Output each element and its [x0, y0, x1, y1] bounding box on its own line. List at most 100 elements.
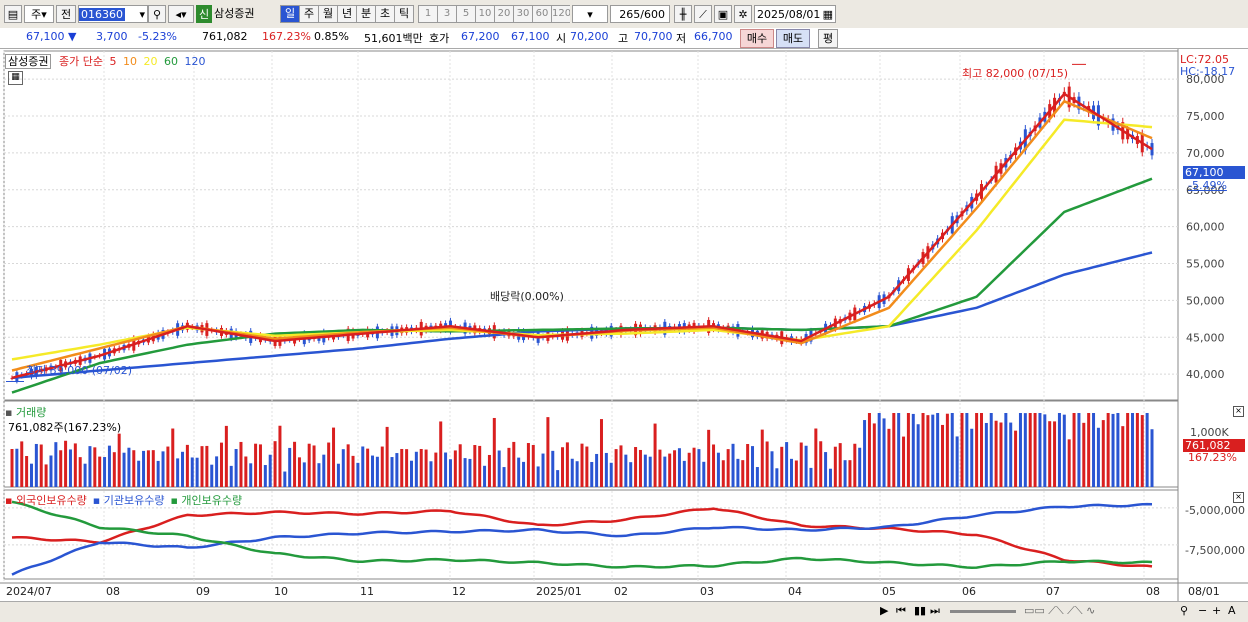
volume-bar	[15, 448, 19, 487]
volume-bar	[307, 443, 311, 487]
quote-volume-ratio: 167.23%	[262, 30, 311, 43]
zoom-icon[interactable]: ⚲	[1180, 604, 1188, 617]
volume-bar	[1004, 413, 1008, 487]
calendar-icon[interactable]: ▦	[823, 6, 833, 22]
sell-button[interactable]: 매도	[776, 29, 810, 48]
tab-5[interactable]: 초	[375, 5, 395, 23]
volume-bar	[263, 465, 267, 487]
draw-tools-icon[interactable]: ▭▭ ⟋⟍ ⟋⟍ ∿	[1024, 604, 1095, 618]
chart-area[interactable]: 40,000 45,000 50,000 55,000 60,000 65,000 70,0…	[0, 49, 1248, 601]
price-legend: 삼성증권 종가 단순 5 10 20 60 120	[5, 53, 205, 69]
gear-icon[interactable]: ✲	[734, 5, 752, 23]
volume-bar	[921, 413, 925, 487]
volume-bar	[453, 450, 457, 487]
volume-bar	[858, 447, 862, 487]
tab-3[interactable]: 년	[337, 5, 357, 23]
volume-bar	[945, 413, 949, 487]
volume-bar	[736, 458, 740, 487]
volume-bar	[215, 456, 219, 487]
font-size-icon[interactable]: A	[1228, 604, 1236, 617]
tab-6[interactable]: 틱	[394, 5, 414, 23]
table-icon[interactable]: ▦	[8, 71, 23, 85]
sound-icon[interactable]: ◂▾	[168, 5, 194, 23]
save-icon[interactable]: ▣	[714, 5, 732, 23]
volume-bar	[59, 450, 63, 487]
volume-bar	[1048, 421, 1052, 487]
price-tick-label: 45,000	[1186, 331, 1225, 344]
scroll-right-icon[interactable]: ▶	[880, 604, 888, 617]
zoom-slider[interactable]	[950, 610, 1016, 613]
draw-tool-icon[interactable]: ⟋	[694, 5, 712, 23]
price-tick-label: 75,000	[1186, 110, 1225, 123]
price-tick-label: 50,000	[1186, 294, 1225, 307]
stock-chart-svg[interactable]: 40,00045,00050,00055,00060,00065,00070,0…	[0, 49, 1248, 601]
volume-bar	[1145, 413, 1149, 487]
volume-bar	[434, 452, 438, 487]
count-input[interactable]: 265/600	[610, 5, 670, 23]
prev-button[interactable]: 전	[56, 5, 76, 23]
interval-1[interactable]: 1	[418, 5, 438, 23]
date-input[interactable]: 2025/08/01 ▦	[754, 5, 836, 23]
volume-bar	[887, 428, 891, 487]
volume-bar	[658, 449, 662, 487]
quote-turnover: 0.85%	[314, 30, 349, 43]
zoom-out-icon[interactable]: −	[1198, 604, 1207, 617]
volume-bar	[614, 449, 618, 487]
code-dropdown-icon[interactable]: ▾	[139, 6, 145, 22]
volume-bar	[565, 442, 569, 487]
volume-bar	[1092, 413, 1096, 487]
volume-bar	[692, 447, 696, 487]
search-icon[interactable]: ⚲	[148, 5, 166, 23]
holding-legend-2: ▪ 개인보유수량	[170, 494, 243, 507]
candle-type-icon[interactable]: ╫	[674, 5, 692, 23]
chart-menu-icon[interactable]: ▤	[4, 5, 22, 23]
volume-bar	[984, 422, 988, 487]
volume-bar	[166, 446, 170, 487]
volume-bar	[283, 471, 287, 487]
scroll-first-icon[interactable]: ⏮	[896, 604, 906, 618]
interval-custom-select[interactable]: ▾	[572, 5, 608, 23]
scroll-last-icon[interactable]: ⏭	[930, 604, 940, 618]
code-input[interactable]: 016360 ▾	[78, 5, 148, 23]
volume-bar	[677, 448, 681, 487]
interval-3[interactable]: 3	[437, 5, 457, 23]
volume-bar	[1062, 414, 1066, 487]
buy-button[interactable]: 매수	[740, 29, 774, 48]
volume-bar	[268, 454, 272, 487]
x-tick-label: 10	[274, 585, 288, 598]
volume-bar	[142, 450, 146, 487]
eval-button[interactable]: 평	[818, 29, 838, 48]
period-type-select[interactable]: 주▾	[24, 5, 54, 23]
holding-close-icon[interactable]: ×	[1233, 492, 1244, 503]
interval-20[interactable]: 20	[494, 5, 514, 23]
volume-bar	[1077, 413, 1081, 487]
x-tick-label: 2024/07	[6, 585, 52, 598]
volume-bar	[702, 461, 706, 487]
interval-60[interactable]: 60	[532, 5, 552, 23]
interval-10[interactable]: 10	[475, 5, 495, 23]
tab-4[interactable]: 분	[356, 5, 376, 23]
tab-1[interactable]: 주	[299, 5, 319, 23]
volume-bar	[975, 413, 979, 487]
volume-close-icon[interactable]: ×	[1233, 406, 1244, 417]
interval-30[interactable]: 30	[513, 5, 533, 23]
volume-bar	[83, 463, 87, 487]
interval-buttons: 1 3 5 10 20 30 60 120	[418, 5, 570, 23]
x-tick-label: 03	[700, 585, 714, 598]
volume-bar	[1067, 439, 1071, 487]
volume-bar	[34, 443, 38, 487]
volume-bar	[385, 426, 389, 487]
zoom-in-icon[interactable]: +	[1212, 604, 1221, 617]
tab-0[interactable]: 일	[280, 5, 300, 23]
date-value: 2025/08/01	[757, 8, 821, 21]
volume-bar	[848, 460, 852, 487]
pause-icon[interactable]: ▮▮	[914, 604, 926, 617]
volume-bar	[853, 443, 857, 487]
volume-bar	[653, 423, 657, 487]
interval-120[interactable]: 120	[551, 5, 570, 23]
volume-bar	[629, 462, 633, 487]
interval-5[interactable]: 5	[456, 5, 476, 23]
quote-price: 67,100	[26, 30, 65, 43]
tab-2[interactable]: 월	[318, 5, 338, 23]
ma-legend-60: 60	[160, 55, 178, 68]
